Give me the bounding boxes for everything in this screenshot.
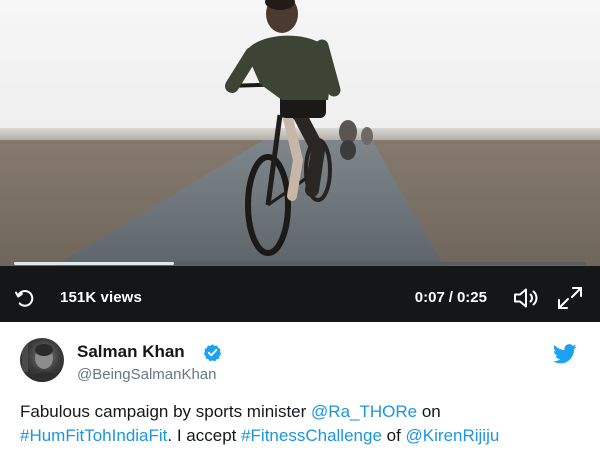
verified-badge-icon [203, 344, 222, 362]
tweet-text-segment: Fabulous campaign by sports minister [20, 402, 312, 421]
tweet-text-segment: on [417, 402, 441, 421]
tweet-text-segment: of [381, 426, 406, 445]
user-handle[interactable]: @BeingSalmanKhan [77, 366, 216, 383]
hashtag-link-humfittohindiafit[interactable]: #HumFitTohIndiaFit [20, 426, 167, 445]
video-frame[interactable] [0, 0, 600, 266]
mention-link-ra-thore[interactable]: @Ra_THORe [311, 402, 417, 421]
tweet-card: Salman Khan @BeingSalmanKhan Fabulous ca… [0, 322, 600, 450]
hashtag-link-fitnesschallenge[interactable]: #FitnessChallenge [241, 426, 382, 445]
twitter-bird-icon[interactable] [553, 344, 577, 364]
avatar[interactable] [20, 338, 64, 382]
volume-icon[interactable] [512, 286, 542, 310]
replay-icon[interactable] [14, 287, 36, 309]
tweet-text-line-2: #HumFitTohIndiaFit. I accept #FitnessCha… [20, 424, 592, 448]
view-count: 151K views [60, 289, 142, 306]
video-duration: 0:25 [456, 289, 487, 306]
mention-link-kirenrijiju[interactable]: @KirenRijiju [406, 426, 500, 445]
cyclist-figure [225, 0, 373, 256]
tweet-text-line-1: Fabulous campaign by sports minister @Ra… [20, 400, 592, 424]
avatar-photo [22, 342, 60, 382]
display-name[interactable]: Salman Khan [77, 342, 185, 362]
time-separator: / [448, 289, 453, 306]
video-progress-fill [14, 262, 175, 265]
video-player[interactable]: 151K views 0:07/0:25 [0, 0, 600, 322]
video-timestamp: 0:07/0:25 [415, 289, 487, 306]
tweet-text: Fabulous campaign by sports minister @Ra… [20, 400, 592, 448]
fullscreen-icon[interactable] [556, 285, 584, 311]
tweet-text-segment: . I accept [167, 426, 242, 445]
video-controls: 151K views 0:07/0:25 [0, 266, 600, 322]
current-time: 0:07 [414, 289, 445, 306]
video-progress-bar[interactable] [14, 262, 586, 265]
tweet-embed: 151K views 0:07/0:25 Salman Khan @BeingS… [0, 0, 600, 450]
